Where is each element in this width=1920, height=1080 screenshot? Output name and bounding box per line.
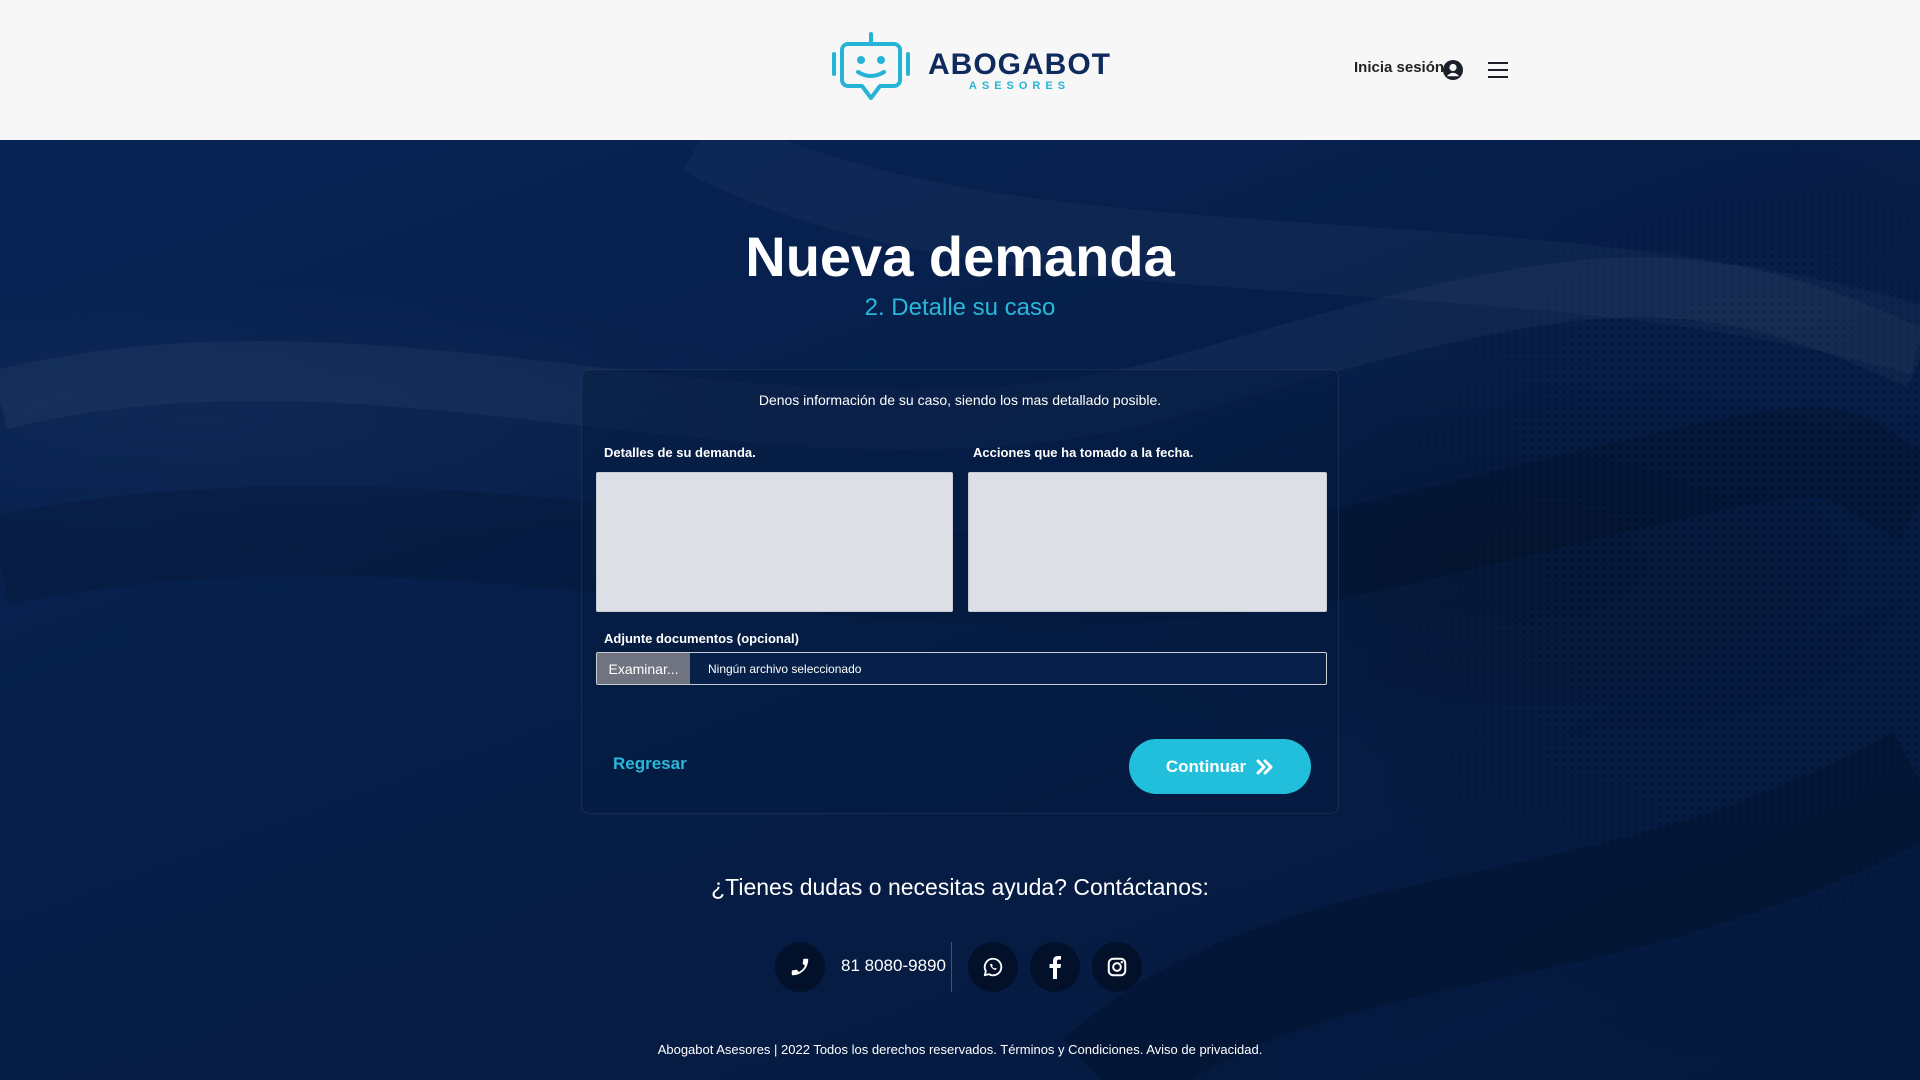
actions-textarea[interactable]: [968, 472, 1327, 612]
back-link[interactable]: Regresar: [613, 754, 687, 774]
contact-divider: [951, 942, 952, 992]
logo-name: ABOGABOT: [928, 48, 1111, 81]
facebook-icon[interactable]: [1030, 942, 1080, 992]
user-circle-icon[interactable]: [1442, 59, 1464, 81]
file-input[interactable]: Examinar... Ningún archivo seleccionado: [596, 652, 1327, 685]
robot-chat-icon: [832, 32, 910, 100]
logo[interactable]: ABOGABOT ASESORES: [828, 28, 1111, 112]
double-chevron-right-icon: [1256, 759, 1273, 774]
page-title: Nueva demanda: [745, 225, 1175, 288]
actions-label: Acciones que ha tomado a la fecha.: [973, 445, 1194, 460]
help-heading: ¿Tienes dudas o necesitas ayuda? Contáct…: [711, 874, 1209, 900]
file-status-text: Ningún archivo seleccionado: [708, 661, 862, 676]
page-subtitle: 2. Detalle su caso: [864, 294, 1056, 321]
continue-button[interactable]: Continuar: [1129, 739, 1311, 794]
phone-icon[interactable]: [775, 942, 825, 992]
continue-label: Continuar: [1165, 756, 1247, 776]
details-label: Detalles de su demanda.: [604, 445, 756, 460]
details-textarea[interactable]: [596, 472, 953, 612]
logo-subtitle: ASESORES: [968, 80, 1071, 92]
attach-label: Adjunte documentos (opcional): [604, 631, 799, 646]
form-intro: Denos información de su caso, siendo los…: [758, 392, 1162, 408]
browse-button[interactable]: Examinar...: [597, 653, 690, 684]
site-header: ABOGABOT ASESORES Inicia sesión: [0, 0, 1920, 140]
instagram-icon[interactable]: [1092, 942, 1142, 992]
footer-text: Abogabot Asesores | 2022 Todos los derec…: [657, 1042, 1263, 1057]
hamburger-icon[interactable]: [1488, 61, 1508, 79]
whatsapp-icon[interactable]: [968, 942, 1018, 992]
phone-number[interactable]: 81 8080-9890: [841, 956, 946, 976]
login-link[interactable]: Inicia sesión: [1354, 59, 1444, 76]
form-card: Denos información de su caso, siendo los…: [581, 369, 1339, 814]
